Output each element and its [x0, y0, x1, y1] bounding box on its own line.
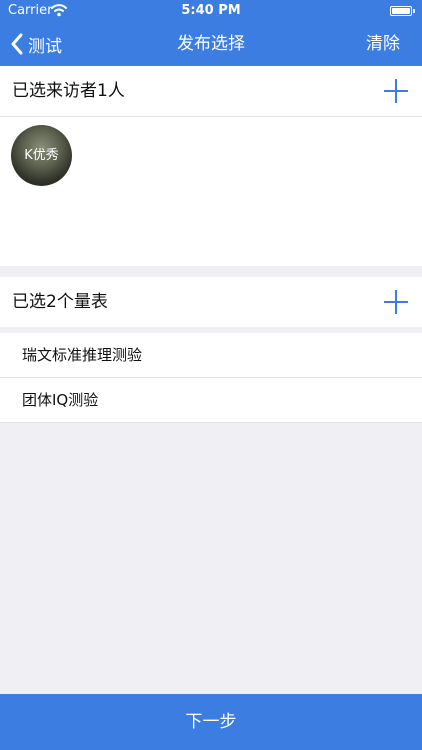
scale-item-label: 团体IQ测验	[22, 391, 99, 409]
battery-tip	[413, 9, 415, 13]
next-step-button[interactable]: 下一步	[0, 694, 422, 750]
status-time: 5:40 PM	[181, 3, 241, 18]
back-label: 测试	[28, 36, 62, 57]
chevron-left-icon	[11, 33, 23, 55]
scales-header-label: 已选2个量表	[12, 292, 108, 312]
clear-button[interactable]: 清除	[366, 22, 400, 66]
top-bar: Carrier 5:40 PM 测试 发布选择 清除	[0, 0, 422, 66]
scale-list-item[interactable]: 团体IQ测验	[0, 378, 422, 422]
visitors-header: 已选来访者1人	[0, 66, 422, 116]
scales-header: 已选2个量表	[0, 277, 422, 327]
scale-list-item[interactable]: 瑞文标准推理测验	[0, 333, 422, 377]
visitors-header-label: 已选来访者1人	[12, 81, 125, 101]
page-title: 发布选择	[177, 34, 245, 54]
visitor-list: K优秀	[0, 117, 422, 266]
add-scale-plus-icon[interactable]	[384, 290, 408, 314]
add-visitor-plus-icon[interactable]	[384, 79, 408, 103]
visitor-avatar[interactable]: K优秀	[11, 125, 72, 186]
visitor-name: K优秀	[24, 148, 59, 163]
scale-item-label: 瑞文标准推理测验	[22, 346, 143, 364]
status-bar: Carrier 5:40 PM	[0, 0, 422, 22]
back-button[interactable]: 测试	[10, 22, 62, 66]
navigation-bar: 测试 发布选择 清除	[0, 22, 422, 66]
battery-icon	[390, 6, 412, 16]
divider	[0, 422, 422, 423]
